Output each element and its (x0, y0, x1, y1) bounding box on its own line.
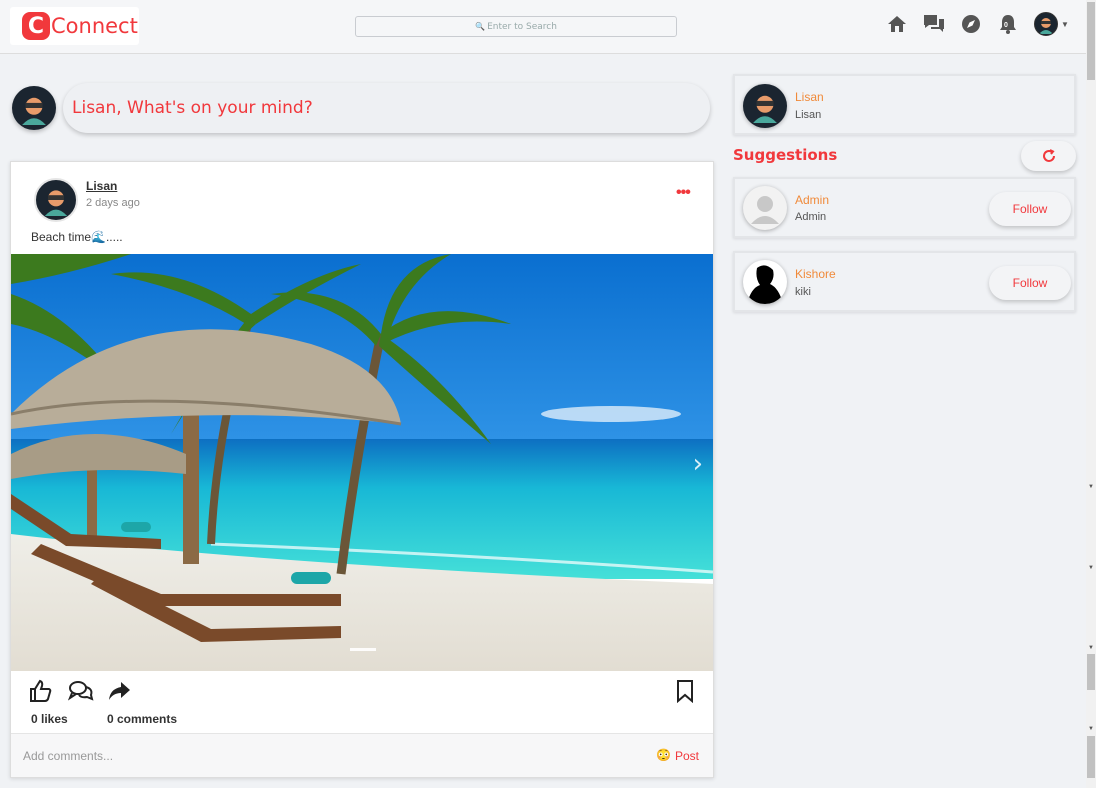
share-icon[interactable] (107, 679, 133, 703)
suggestion-card: Admin Admin Follow (733, 177, 1076, 238)
notification-count: 0 (1004, 22, 1008, 29)
search-input[interactable]: 🔍 Enter to Search (355, 16, 677, 37)
scrollbar-thumb[interactable] (1087, 654, 1095, 690)
bell-icon[interactable]: 0 (997, 13, 1019, 35)
composer-input[interactable]: Lisan, What's on your mind? (63, 83, 710, 133)
explore-icon[interactable] (960, 13, 982, 35)
suggestions-title: Suggestions (733, 146, 838, 164)
suggestion-username: Admin (795, 211, 827, 223)
follow-button[interactable]: Follow (989, 192, 1071, 226)
scrollbar-thumb[interactable] (1087, 736, 1095, 778)
suggestion-avatar[interactable] (743, 186, 787, 230)
scroll-arrow-icon[interactable]: ▼ (1088, 565, 1094, 571)
suggestion-username: kiki (795, 286, 811, 298)
bookmark-icon[interactable] (675, 679, 695, 704)
follow-button[interactable]: Follow (989, 266, 1071, 300)
page-scrollbar[interactable]: ▼ ▼ ▼ ▼ (1086, 0, 1096, 788)
profile-avatar[interactable] (1034, 12, 1058, 36)
search-placeholder: Enter to Search (487, 22, 557, 32)
scroll-arrow-icon[interactable]: ▼ (1088, 484, 1094, 490)
messages-icon[interactable] (923, 13, 945, 35)
scroll-arrow-icon[interactable]: ▼ (1088, 645, 1094, 651)
app-logo[interactable]: C Connect (10, 7, 139, 45)
current-user-name[interactable]: Lisan (795, 90, 824, 104)
refresh-icon (1042, 149, 1055, 162)
suggestion-name[interactable]: Admin (795, 193, 829, 207)
current-user-avatar (743, 84, 787, 128)
current-user-card[interactable]: Lisan Lisan (733, 74, 1076, 135)
carousel-indicator[interactable] (350, 648, 376, 651)
suggestion-avatar[interactable] (743, 260, 787, 304)
home-icon[interactable] (886, 13, 908, 35)
post-author-name[interactable]: Lisan (86, 179, 117, 193)
emoji-icon[interactable]: 😳 (656, 748, 671, 762)
post-comment-button[interactable]: Post (675, 749, 699, 763)
post-actions (29, 679, 146, 703)
post-caption: Beach time🌊..... (31, 230, 123, 244)
more-options-icon[interactable]: ••• (676, 184, 691, 202)
suggestion-card: Kishore kiki Follow (733, 251, 1076, 312)
logo-mark: C (22, 12, 50, 40)
refresh-button[interactable] (1021, 141, 1076, 171)
nav-icons: 0 ▼ (886, 12, 1069, 36)
top-navbar: C Connect 🔍 Enter to Search 0 ▼ (0, 0, 1086, 54)
scroll-arrow-icon[interactable]: ▼ (1088, 726, 1094, 732)
post-image[interactable]: › (11, 254, 713, 671)
search-icon: 🔍 (475, 22, 486, 31)
composer-avatar (12, 86, 56, 130)
comment-input[interactable] (23, 734, 623, 778)
logo-text: Connect (51, 14, 138, 38)
comment-bar: 😳 Post (11, 733, 713, 778)
likes-count[interactable]: 0 likes (31, 712, 68, 726)
post-timestamp: 2 days ago (86, 197, 140, 209)
post-author-avatar[interactable] (34, 178, 78, 222)
current-user-username: Lisan (795, 109, 822, 121)
suggestion-name[interactable]: Kishore (795, 267, 836, 281)
scrollbar-thumb[interactable] (1087, 2, 1095, 80)
comments-count[interactable]: 0 comments (107, 712, 177, 726)
post-card: Lisan 2 days ago ••• Beach time🌊..... › … (10, 161, 714, 778)
carousel-next-icon[interactable]: › (693, 449, 703, 479)
comment-icon[interactable] (67, 679, 94, 703)
chevron-down-icon[interactable]: ▼ (1061, 20, 1069, 29)
like-icon[interactable] (29, 679, 55, 703)
